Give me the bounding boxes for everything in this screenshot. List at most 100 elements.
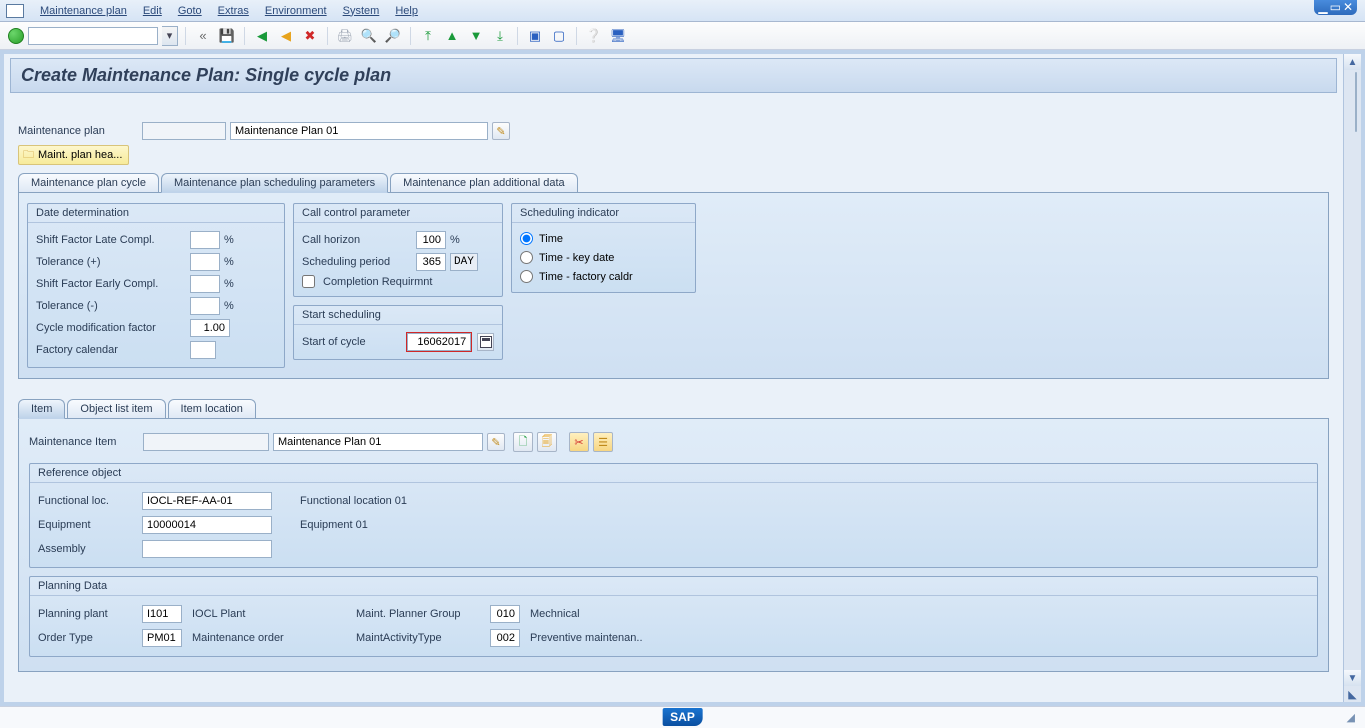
maint-plan-label: Maintenance plan [18,125,138,137]
calendar-icon [480,336,492,348]
factory-cal-input[interactable] [190,341,216,359]
tab-item[interactable]: Item [18,399,65,419]
planning-plant-input[interactable] [142,605,182,623]
back-icon[interactable]: ◀ [252,26,272,46]
create-item-button[interactable]: 🗋 [513,432,533,452]
pct-3: % [224,278,234,290]
assembly-input[interactable] [142,540,272,558]
transaction-title: Create Maintenance Plan: Single cycle pl… [10,58,1337,93]
maint-plan-desc[interactable] [230,122,488,140]
statusbar: SAP ◢ [0,706,1365,728]
scroll-thumb[interactable] [1355,72,1357,132]
menu-extras[interactable]: Extras [210,3,257,19]
tab-item-location[interactable]: Item location [168,399,256,418]
first-page-icon[interactable]: ⤒ [418,26,438,46]
select-item-button[interactable]: ☰ [593,432,613,452]
gb-title-sched-ind: Scheduling indicator [512,204,695,223]
maint-plan-header-label: Maint. plan hea... [38,149,122,161]
item-toolbar: 🗋 🗐 ✂ ☰ [513,432,613,452]
menu-edit[interactable]: Edit [135,3,170,19]
factory-cal-label: Factory calendar [36,344,186,356]
tab-additional-data[interactable]: Maintenance plan additional data [390,173,577,192]
maintenance-item-row: Maintenance Item ✎ 🗋 🗐 ✂ ☰ [27,429,1320,455]
shift-early-input[interactable] [190,275,220,293]
floc-desc: Functional location 01 [300,495,407,507]
cancel-icon[interactable]: ✖ [300,26,320,46]
groupbox-reference-object: Reference object Functional loc.Function… [29,463,1318,568]
tab-cycle[interactable]: Maintenance plan cycle [18,173,159,192]
sched-period-unit[interactable]: DAY [450,253,478,271]
last-page-icon[interactable]: ⤓ [490,26,510,46]
tab-scheduling-params[interactable]: Maintenance plan scheduling parameters [161,173,388,193]
groupbox-scheduling-indicator: Scheduling indicator Time Time - key dat… [511,203,696,293]
menu-system[interactable]: System [335,3,388,19]
menu-command-icon[interactable] [6,4,24,18]
layout-icon[interactable]: 🖥 [608,26,628,46]
tol-plus-input[interactable] [190,253,220,271]
maint-plan-row: Maintenance plan ✎ [4,119,1343,143]
prev-page-icon[interactable]: ▲ [442,26,462,46]
pct-2: % [224,256,234,268]
maint-item-long-text-button[interactable]: ✎ [487,433,505,451]
start-of-cycle-input[interactable] [407,333,471,351]
planner-group-input[interactable] [490,605,520,623]
sched-period-input[interactable] [416,253,446,271]
equip-input[interactable] [142,516,272,534]
menu-environment[interactable]: Environment [257,3,335,19]
cycle-mod-label: Cycle modification factor [36,322,186,334]
cycle-mod-input[interactable] [190,319,230,337]
activity-type-label: MaintActivityType [356,632,486,644]
exit-icon[interactable]: ◀ [276,26,296,46]
help-icon[interactable]: ❔ [584,26,604,46]
maint-plan-id[interactable] [142,122,226,140]
enter-button[interactable] [8,28,24,44]
activity-type-input[interactable] [490,629,520,647]
item-tab-body: Maintenance Item ✎ 🗋 🗐 ✂ ☰ Reference obj… [18,419,1329,672]
tol-minus-input[interactable] [190,297,220,315]
app-toolbar [10,95,1337,119]
resize-grip-icon[interactable]: ◢ [1347,711,1355,724]
new-session-icon[interactable]: ▣ [525,26,545,46]
planning-plant-label: Planning plant [38,608,138,620]
maximize-icon[interactable]: ▭ [1330,1,1341,13]
equip-label: Equipment [38,519,138,531]
delete-item-button[interactable]: ✂ [569,432,589,452]
radio-time-factory-caldr[interactable] [520,270,533,283]
shift-late-input[interactable] [190,231,220,249]
menu-goto[interactable]: Goto [170,3,210,19]
copy-item-button[interactable]: 🗐 [537,432,557,452]
back-history-icon[interactable]: « [193,26,213,46]
radio-time-key-date[interactable] [520,251,533,264]
command-dropdown[interactable]: ▾ [162,26,178,46]
shortcut-icon[interactable]: ▢ [549,26,569,46]
radio-time[interactable] [520,232,533,245]
planner-group-label: Maint. Planner Group [356,608,486,620]
close-icon[interactable]: ✕ [1343,1,1353,13]
gb-title-ref-obj: Reference object [30,464,1317,483]
scroll-down-icon[interactable]: ▼ [1344,670,1361,686]
scroll-up-icon[interactable]: ▲ [1344,54,1361,70]
date-picker-button[interactable] [477,333,494,351]
print-icon: 🖨 [335,26,355,46]
floc-input[interactable] [142,492,272,510]
next-page-icon[interactable]: ▼ [466,26,486,46]
maint-plan-header-button[interactable]: 🗀 Maint. plan hea... [18,145,129,165]
tab-object-list-item[interactable]: Object list item [67,399,165,418]
menu-maintenance-plan[interactable]: Maintenance plan [32,3,135,19]
command-field[interactable] [28,27,158,45]
order-type-desc: Maintenance order [192,632,352,644]
vertical-scrollbar[interactable]: ▲ ▼ ◣ [1343,54,1361,702]
minimize-icon[interactable]: ▁ [1318,1,1327,13]
groupbox-call-control: Call control parameter Call horizon% Sch… [293,203,503,297]
planning-plant-desc: IOCL Plant [192,608,352,620]
maintenance-item-id[interactable] [143,433,269,451]
groupbox-planning-data: Planning Data Planning plant IOCL Plant … [29,576,1318,657]
save-icon[interactable]: 💾 [217,26,237,46]
sap-logo: SAP [662,708,703,726]
order-type-input[interactable] [142,629,182,647]
completion-req-checkbox[interactable] [302,275,315,288]
maintenance-item-desc[interactable] [273,433,483,451]
call-horizon-input[interactable] [416,231,446,249]
menu-help[interactable]: Help [387,3,426,19]
long-text-button[interactable]: ✎ [492,122,510,140]
